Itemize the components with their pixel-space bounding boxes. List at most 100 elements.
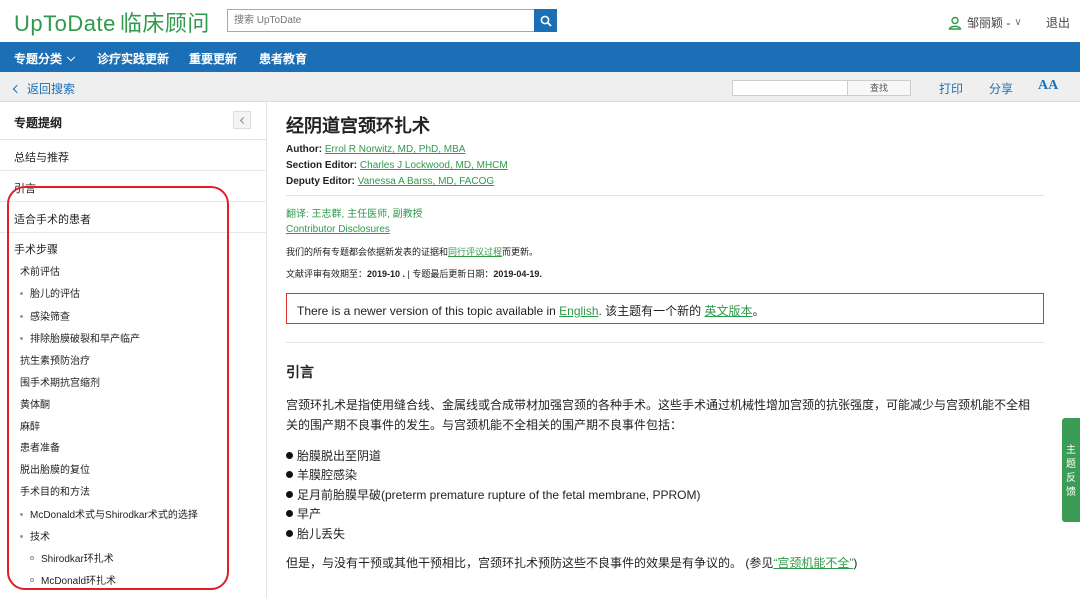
outline-row-introduction[interactable]: 引言 bbox=[0, 171, 266, 202]
outline-item[interactable]: 患者准备 bbox=[20, 439, 60, 454]
outline-item[interactable]: 技术 bbox=[20, 528, 50, 543]
peer-review-link[interactable]: 同行评议过程 bbox=[448, 247, 502, 257]
nav-practice-changing-updates[interactable]: 诊疗实践更新 bbox=[97, 50, 169, 67]
main-nav: 专题分类 诊疗实践更新 重要更新 患者教育 bbox=[0, 42, 1080, 72]
outline-item-label: Shirodkar环扎术 bbox=[41, 554, 114, 565]
review-dates: 文献评审有效期至：2019-10 . | 专题最后更新日期：2019-04-19… bbox=[286, 267, 542, 280]
review-label: 文献评审有效期至： bbox=[286, 269, 368, 279]
outline-item[interactable]: 脱出胎膜的复位 bbox=[20, 461, 90, 476]
outline-item[interactable]: Shirodkar环扎术 bbox=[30, 550, 114, 565]
bullet-icon bbox=[20, 315, 23, 318]
outline-item[interactable]: 手术目的和方法 bbox=[20, 483, 90, 498]
outline-item[interactable]: 术前评估 bbox=[20, 263, 60, 278]
update-note-text: 我们的所有专题都会依据新发表的证据和 bbox=[286, 247, 449, 257]
deputy-editor-link[interactable]: Vanessa A Barss, MD, FACOG bbox=[358, 176, 495, 187]
english-version-link[interactable]: English bbox=[559, 304, 598, 318]
translator-line: 翻译: 王志群, 主任医师, 副教授 bbox=[286, 209, 423, 220]
list-item-text: 胎儿丢失 bbox=[297, 527, 346, 541]
list-item: 早产 bbox=[286, 505, 321, 522]
outline-item[interactable]: McDonald环扎术 bbox=[30, 572, 116, 587]
section-editor-label: Section Editor: bbox=[286, 160, 358, 171]
nav-whats-new[interactable]: 重要更新 bbox=[189, 50, 237, 67]
cervical-insufficiency-link[interactable]: “宫颈机能不全” bbox=[773, 556, 853, 570]
outline-row-candidates[interactable]: 适合手术的患者 bbox=[0, 202, 266, 233]
bullet-icon bbox=[30, 578, 34, 582]
author-line: Author: Errol R Norwitz, MD, PhD, MBA bbox=[286, 144, 465, 155]
notice-text-part: . 该主题有一个新的 bbox=[598, 304, 705, 318]
bullet-icon bbox=[286, 510, 293, 517]
user-menu[interactable]: 邹丽颖 - ∨ bbox=[948, 14, 1022, 31]
list-item: 足月前胎膜早破(preterm premature rupture of the… bbox=[286, 486, 700, 503]
notice-text-part: There is a newer version of this topic a… bbox=[297, 304, 560, 318]
outline-item[interactable]: 麻醉 bbox=[20, 418, 40, 433]
back-to-search-link[interactable]: 返回搜索 bbox=[12, 80, 76, 97]
outline-item-label: McDonald环扎术 bbox=[41, 576, 117, 587]
logout-link[interactable]: 退出 bbox=[1046, 14, 1070, 31]
search-button[interactable] bbox=[534, 9, 557, 32]
outline-row-label: 引言 bbox=[14, 183, 36, 195]
outline-item[interactable]: McDonald术式与Shirodkar术式的选择 bbox=[20, 506, 198, 521]
outline-item-label: 感染筛查 bbox=[30, 312, 70, 323]
closing-paragraph: 但是，与没有干预或其他干预相比，宫颈环扎术预防这些不良事件的效果是有争议的。 (… bbox=[286, 553, 1038, 573]
chevron-left-icon bbox=[239, 116, 247, 124]
topic-outline-sidebar: 专题提纲 总结与推荐 引言 适合手术的患者 手术步骤 术前评估 胎儿的评估 感染… bbox=[0, 102, 267, 598]
search-input[interactable] bbox=[228, 10, 533, 31]
article-title: 经阴道宫颈环扎术 bbox=[286, 116, 430, 136]
list-item-text: 足月前胎膜早破(preterm premature rupture of the… bbox=[297, 488, 701, 502]
user-name: 邹丽颖 - bbox=[967, 16, 1011, 30]
closing-text: 但是，与没有干预或其他干预相比，宫颈环扎术预防这些不良事件的效果是有争议的。 (… bbox=[286, 556, 774, 570]
bullet-icon bbox=[286, 471, 293, 478]
outline-row-summary[interactable]: 总结与推荐 bbox=[0, 140, 266, 171]
update-label: | 专题最后更新日期： bbox=[405, 269, 494, 279]
review-date: 2019-10 . bbox=[367, 269, 406, 279]
bullet-icon bbox=[20, 292, 23, 295]
outline-section-procedure[interactable]: 手术步骤 bbox=[14, 241, 58, 257]
nav-label: 专题分类 bbox=[14, 52, 63, 66]
notice-text-part: 。 bbox=[752, 304, 765, 318]
share-link[interactable]: 分享 bbox=[989, 80, 1013, 97]
bullet-icon bbox=[286, 452, 293, 459]
section-editor-link[interactable]: Charles J Lockwood, MD, MHCM bbox=[360, 160, 508, 171]
bullet-icon bbox=[20, 337, 23, 340]
intro-paragraph: 宫颈环扎术是指使用缝合线、金属线或合成带材加强宫颈的各种手术。这些手术通过机械性… bbox=[286, 398, 1031, 432]
list-item: 胎膜脱出至阴道 bbox=[286, 447, 381, 464]
newer-version-notice: There is a newer version of this topic a… bbox=[286, 293, 1044, 324]
chevron-left-icon bbox=[12, 84, 22, 94]
bullet-icon bbox=[20, 535, 23, 538]
section-editor-line: Section Editor: Charles J Lockwood, MD, … bbox=[286, 160, 508, 171]
logo-cn: 临床顾问 bbox=[119, 11, 210, 36]
topic-feedback-tab[interactable]: 主题反馈 bbox=[1062, 418, 1080, 522]
find-in-topic-input[interactable] bbox=[732, 80, 848, 96]
search-icon bbox=[540, 15, 552, 27]
text-size-icon[interactable]: AA bbox=[1038, 78, 1058, 94]
outline-item[interactable]: 感染筛查 bbox=[20, 308, 70, 323]
outline-row-label: 总结与推荐 bbox=[14, 152, 69, 164]
outline-item-label: 排除胎膜破裂和早产临产 bbox=[30, 334, 140, 345]
outline-item[interactable]: 排除胎膜破裂和早产临产 bbox=[20, 330, 140, 345]
search-box bbox=[227, 9, 557, 32]
author-label: Author: bbox=[286, 144, 323, 155]
print-link[interactable]: 打印 bbox=[939, 80, 963, 97]
nav-patient-education[interactable]: 患者教育 bbox=[259, 50, 307, 67]
contributor-disclosures-link[interactable]: Contributor Disclosures bbox=[286, 224, 390, 235]
chevron-down-icon bbox=[66, 52, 76, 62]
outline-item[interactable]: 抗生素预防治疗 bbox=[20, 352, 90, 367]
nav-topic-categories[interactable]: 专题分类 bbox=[14, 50, 76, 67]
outline-item[interactable]: 黄体酮 bbox=[20, 396, 50, 411]
list-item: 胎儿丢失 bbox=[286, 525, 345, 542]
outline-item[interactable]: 围手术期抗宫缩剂 bbox=[20, 374, 100, 389]
bullet-icon bbox=[30, 556, 34, 560]
chevron-down-icon: ∨ bbox=[1014, 17, 1022, 28]
deputy-editor-line: Deputy Editor: Vanessa A Barss, MD, FACO… bbox=[286, 176, 494, 187]
section-heading-introduction: 引言 bbox=[286, 364, 314, 380]
find-button[interactable]: 查找 bbox=[847, 80, 911, 96]
author-link[interactable]: Errol R Norwitz, MD, PhD, MBA bbox=[325, 144, 466, 155]
english-version-cn-link[interactable]: 英文版本 bbox=[705, 304, 753, 318]
user-icon bbox=[948, 16, 962, 30]
list-item-text: 胎膜脱出至阴道 bbox=[297, 449, 382, 463]
back-label: 返回搜索 bbox=[27, 82, 76, 96]
outline-item[interactable]: 胎儿的评估 bbox=[20, 285, 80, 300]
divider bbox=[286, 195, 1044, 196]
collapse-outline-button[interactable] bbox=[233, 111, 251, 129]
uptodate-logo[interactable]: UpToDate 临床顾问 bbox=[14, 6, 210, 38]
